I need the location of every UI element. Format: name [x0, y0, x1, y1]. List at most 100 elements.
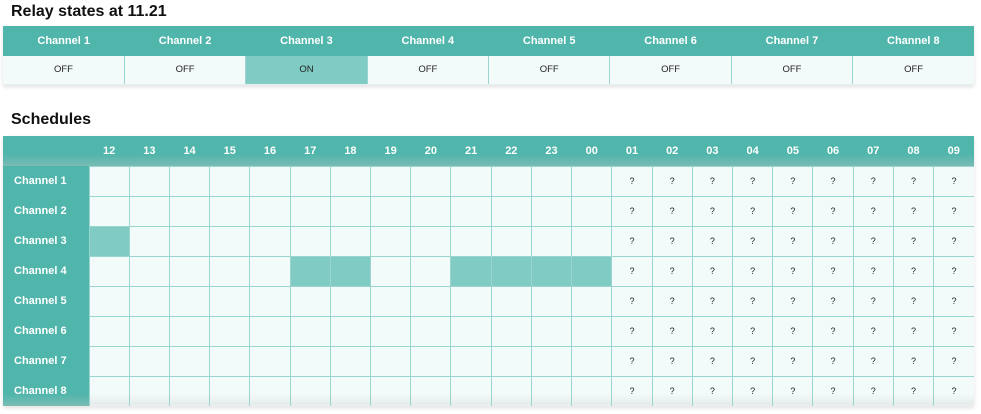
schedule-cell[interactable]	[450, 345, 492, 377]
schedule-cell[interactable]	[209, 345, 251, 377]
schedule-cell[interactable]	[128, 255, 170, 287]
schedule-cell[interactable]	[571, 225, 613, 257]
schedule-cell[interactable]: ?	[892, 375, 935, 406]
schedule-cell[interactable]	[370, 315, 412, 347]
schedule-cell[interactable]: ?	[772, 225, 814, 257]
schedule-cell[interactable]: ?	[852, 315, 894, 347]
schedule-cell[interactable]: ?	[812, 375, 854, 406]
schedule-cell[interactable]: ?	[651, 165, 693, 197]
schedule-cell[interactable]	[571, 375, 613, 406]
schedule-cell[interactable]	[450, 165, 492, 197]
schedule-cell[interactable]: ?	[611, 255, 653, 287]
schedule-cell[interactable]	[450, 255, 492, 287]
schedule-cell[interactable]	[329, 285, 372, 317]
schedule-cell[interactable]	[128, 345, 170, 377]
schedule-cell[interactable]	[249, 225, 291, 257]
schedule-cell[interactable]: ?	[852, 285, 894, 317]
schedule-cell[interactable]	[209, 255, 251, 287]
schedule-cell[interactable]	[329, 165, 372, 197]
schedule-cell[interactable]: ?	[892, 195, 935, 227]
schedule-cell[interactable]	[450, 195, 492, 227]
schedule-cell[interactable]	[410, 375, 452, 406]
schedule-cell[interactable]: ?	[732, 315, 774, 347]
schedule-cell[interactable]	[571, 195, 613, 227]
schedule-cell[interactable]	[289, 315, 331, 347]
schedule-cell[interactable]: ?	[651, 255, 693, 287]
schedule-cell[interactable]: ?	[812, 195, 854, 227]
schedule-cell[interactable]: ?	[772, 165, 814, 197]
schedule-cell[interactable]: ?	[691, 255, 734, 287]
schedule-cell[interactable]: ?	[691, 375, 734, 406]
schedule-cell[interactable]: ?	[933, 345, 974, 377]
schedule-cell[interactable]	[249, 255, 291, 287]
schedule-cell[interactable]	[410, 255, 452, 287]
schedule-cell[interactable]: ?	[933, 315, 974, 347]
schedule-cell[interactable]	[530, 375, 573, 406]
schedule-cell[interactable]: ?	[812, 285, 854, 317]
schedule-cell[interactable]: ?	[852, 255, 894, 287]
schedule-cell[interactable]: ?	[892, 165, 935, 197]
schedule-cell[interactable]	[490, 255, 532, 287]
schedule-cell[interactable]	[128, 375, 170, 406]
schedule-cell[interactable]	[329, 375, 372, 406]
schedule-cell[interactable]: ?	[933, 225, 974, 257]
schedule-cell[interactable]	[209, 315, 251, 347]
schedule-cell[interactable]: ?	[772, 195, 814, 227]
schedule-cell[interactable]	[88, 225, 130, 257]
schedule-cell[interactable]: ?	[892, 345, 935, 377]
schedule-cell[interactable]	[168, 285, 211, 317]
schedule-cell[interactable]	[128, 195, 170, 227]
schedule-cell[interactable]: ?	[611, 345, 653, 377]
schedule-cell[interactable]	[289, 165, 331, 197]
schedule-cell[interactable]	[168, 225, 211, 257]
schedule-cell[interactable]	[168, 345, 211, 377]
schedule-cell[interactable]: ?	[852, 165, 894, 197]
schedule-cell[interactable]	[289, 225, 331, 257]
schedule-cell[interactable]	[289, 345, 331, 377]
schedule-cell[interactable]	[209, 195, 251, 227]
schedule-cell[interactable]: ?	[611, 375, 653, 406]
schedule-cell[interactable]	[209, 375, 251, 406]
schedule-cell[interactable]	[370, 195, 412, 227]
schedule-cell[interactable]	[168, 195, 211, 227]
schedule-cell[interactable]: ?	[691, 345, 734, 377]
schedule-cell[interactable]	[571, 285, 613, 317]
schedule-cell[interactable]	[249, 195, 291, 227]
schedule-cell[interactable]: ?	[691, 315, 734, 347]
schedule-cell[interactable]: ?	[611, 285, 653, 317]
schedule-cell[interactable]	[370, 345, 412, 377]
schedule-cell[interactable]	[249, 345, 291, 377]
schedule-cell[interactable]: ?	[772, 345, 814, 377]
schedule-cell[interactable]: ?	[852, 345, 894, 377]
schedule-cell[interactable]: ?	[772, 255, 814, 287]
schedule-cell[interactable]	[128, 315, 170, 347]
schedule-cell[interactable]: ?	[892, 315, 935, 347]
schedule-cell[interactable]: ?	[732, 255, 774, 287]
schedule-cell[interactable]	[209, 285, 251, 317]
schedule-cell[interactable]: ?	[812, 255, 854, 287]
schedule-cell[interactable]: ?	[772, 375, 814, 406]
schedule-cell[interactable]	[249, 285, 291, 317]
schedule-cell[interactable]	[370, 165, 412, 197]
schedule-cell[interactable]	[530, 255, 573, 287]
schedule-cell[interactable]: ?	[732, 165, 774, 197]
schedule-cell[interactable]: ?	[852, 195, 894, 227]
schedule-cell[interactable]	[168, 315, 211, 347]
schedule-cell[interactable]	[370, 285, 412, 317]
schedule-cell[interactable]	[530, 285, 573, 317]
schedule-cell[interactable]	[490, 345, 532, 377]
schedule-cell[interactable]	[530, 165, 573, 197]
schedule-cell[interactable]: ?	[651, 225, 693, 257]
schedule-cell[interactable]	[88, 195, 130, 227]
schedule-cell[interactable]: ?	[933, 285, 974, 317]
schedule-cell[interactable]: ?	[852, 225, 894, 257]
schedule-cell[interactable]: ?	[611, 195, 653, 227]
schedule-cell[interactable]: ?	[691, 195, 734, 227]
schedule-cell[interactable]	[209, 225, 251, 257]
schedule-cell[interactable]: ?	[651, 375, 693, 406]
schedule-cell[interactable]	[571, 165, 613, 197]
schedule-cell[interactable]	[410, 345, 452, 377]
schedule-cell[interactable]: ?	[933, 165, 974, 197]
schedule-cell[interactable]: ?	[691, 225, 734, 257]
schedule-cell[interactable]: ?	[651, 285, 693, 317]
